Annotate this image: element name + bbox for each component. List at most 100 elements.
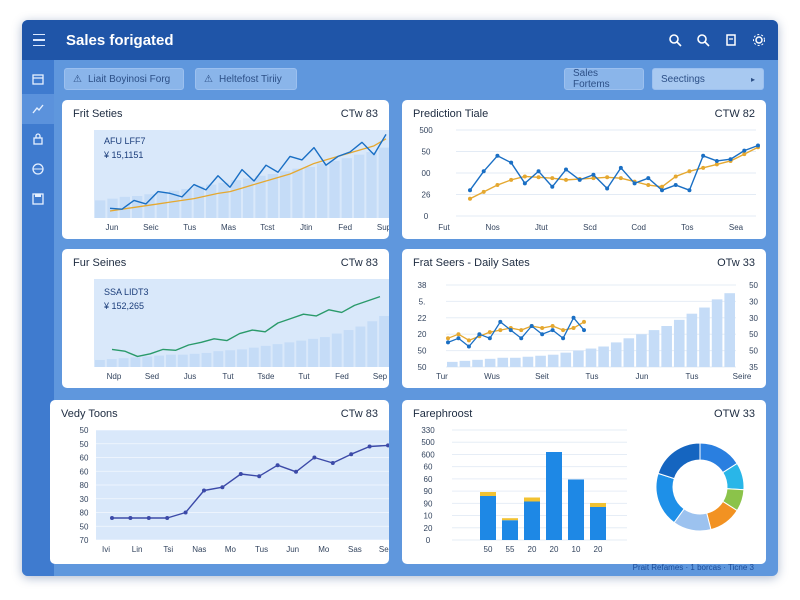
series-2-line-point-15 (673, 174, 678, 179)
settings-dropdown[interactable]: Seectings ▸ (652, 68, 764, 90)
toolbar-button-1[interactable]: ⚠ Liait Boyinosi Forg (64, 68, 184, 90)
series-1-line-point-20 (742, 148, 747, 153)
series-1-line-point-15 (673, 183, 678, 188)
y-tick-right-1: 30 (749, 297, 758, 306)
x-tick-3: 20 (550, 545, 559, 554)
series-1-line-point-5 (202, 488, 206, 493)
sidebar-item-calendar[interactable] (22, 64, 54, 94)
panel-farephroost: Farephroost OTW 33 330 500 600 60 60 90 90 10 20… (402, 400, 766, 564)
y-tick-left-4: 50 (418, 347, 427, 356)
x-tick-5: 20 (594, 545, 603, 554)
bar-10 (573, 350, 584, 367)
y-tick-2: 600 (421, 450, 435, 459)
x-tick-1: Seic (143, 223, 159, 232)
series-1-line-point-3 (477, 332, 482, 337)
y-tick-1: 26 (422, 191, 431, 200)
series-1-line-point-7 (238, 472, 243, 476)
series-1-line-point-4 (183, 510, 188, 515)
bar-12 (243, 178, 254, 218)
series-1-line-point-5 (536, 169, 541, 174)
toolbar-button-3[interactable]: Sales Fortems (564, 68, 644, 90)
series-2-line-point-5 (498, 328, 503, 333)
series-2-line-point-12 (571, 326, 576, 331)
settings-dropdown-label: Seectings (661, 73, 705, 85)
bar-8 (189, 353, 200, 367)
y-tick-7: 10 (424, 512, 433, 521)
bar-6 (166, 354, 176, 367)
bar-cap-0 (480, 492, 496, 496)
y-tick-2: 60 (80, 454, 89, 463)
bar-13 (248, 347, 259, 367)
bar-19 (329, 160, 340, 218)
bar-18 (308, 338, 318, 367)
chart-icon (32, 104, 44, 114)
sidebar-item-security[interactable] (22, 124, 54, 154)
y-tick-8: 20 (424, 524, 433, 533)
x-tick-1: 55 (506, 545, 515, 554)
bar-14 (623, 338, 635, 367)
x-tick-7: Sup (377, 223, 389, 232)
bar-5 (154, 355, 165, 367)
bar-1 (106, 359, 117, 367)
bar-10 (213, 351, 224, 367)
y-tick-right-0: 50 (749, 281, 758, 290)
bar-0 (95, 200, 106, 218)
series-1-line-point-11 (561, 336, 566, 341)
x-tick-1: Nos (486, 223, 500, 232)
series-2-line-point-10 (550, 324, 555, 328)
series-2-line-point-0 (468, 196, 472, 201)
search-icon[interactable] (666, 31, 684, 49)
bar-15 (280, 171, 291, 218)
series-1-line-point-19 (728, 157, 733, 162)
series-1-line-point-8 (529, 324, 534, 328)
y-tick-right-2: 30 (749, 314, 758, 323)
bar-17 (296, 340, 307, 367)
sidebar-item-globe[interactable] (22, 154, 54, 184)
series-2-line-point-18 (714, 162, 719, 167)
y-tick-left-0: 38 (418, 281, 427, 290)
y-tick-6: 90 (424, 499, 433, 508)
y-tick-4: 60 (424, 475, 433, 484)
bar-2 (118, 358, 129, 367)
x-tick-5: Tus (255, 545, 268, 554)
menu-button[interactable] (22, 20, 56, 60)
series-1-line-point-21 (756, 143, 760, 148)
sidebar-item-save[interactable] (22, 184, 54, 214)
sidebar-item-charts[interactable] (22, 94, 54, 124)
zoom-icon[interactable] (694, 31, 712, 49)
x-tick-1: Wus (484, 372, 500, 381)
bar-18 (317, 163, 328, 218)
legend-1: SSA LIDT3 (104, 287, 149, 297)
x-tick-2: Seit (535, 372, 550, 381)
x-tick-8: Sas (348, 545, 362, 554)
panel-vedy-toons: Vedy Toons CTw 83 50 50 60 60 80 30 80 50 70 Ivi L… (50, 400, 389, 564)
bookmark-icon[interactable] (722, 31, 740, 49)
bar-8 (547, 354, 559, 367)
bar-9 (560, 352, 572, 367)
series-1-line-point-9 (540, 332, 545, 337)
x-tick-3: Mas (221, 223, 236, 232)
series-2-line-point-3 (509, 177, 514, 182)
x-tick-7: Sep (373, 372, 388, 381)
x-tick-2: Jus (184, 372, 196, 381)
hamburger-icon (33, 32, 45, 49)
series-2-line-point-10 (605, 175, 610, 180)
x-tick-3: Scd (583, 223, 597, 232)
series-2-line-point-17 (701, 165, 706, 170)
series-2-line-point-2 (495, 183, 500, 188)
bar-8 (193, 186, 204, 218)
x-tick-0: 50 (484, 545, 493, 554)
y-tick-left-1: 5. (419, 297, 426, 306)
bar-7 (535, 355, 546, 367)
gear-icon[interactable] (750, 31, 768, 49)
toolbar-button-2[interactable]: ⚠ Heltefost Tiriiy (195, 68, 297, 90)
series-1-line-point-9 (275, 463, 280, 468)
bar-2 (524, 501, 540, 540)
series-2-line-point-4 (522, 174, 527, 179)
bar-11 (225, 350, 236, 367)
series-1-line-point-0 (110, 516, 114, 520)
series-2-line-point-7 (519, 328, 524, 333)
series-1-line-point-4 (522, 181, 527, 186)
x-tick-7: Mo (318, 545, 330, 554)
warning-icon: ⚠ (204, 73, 213, 85)
